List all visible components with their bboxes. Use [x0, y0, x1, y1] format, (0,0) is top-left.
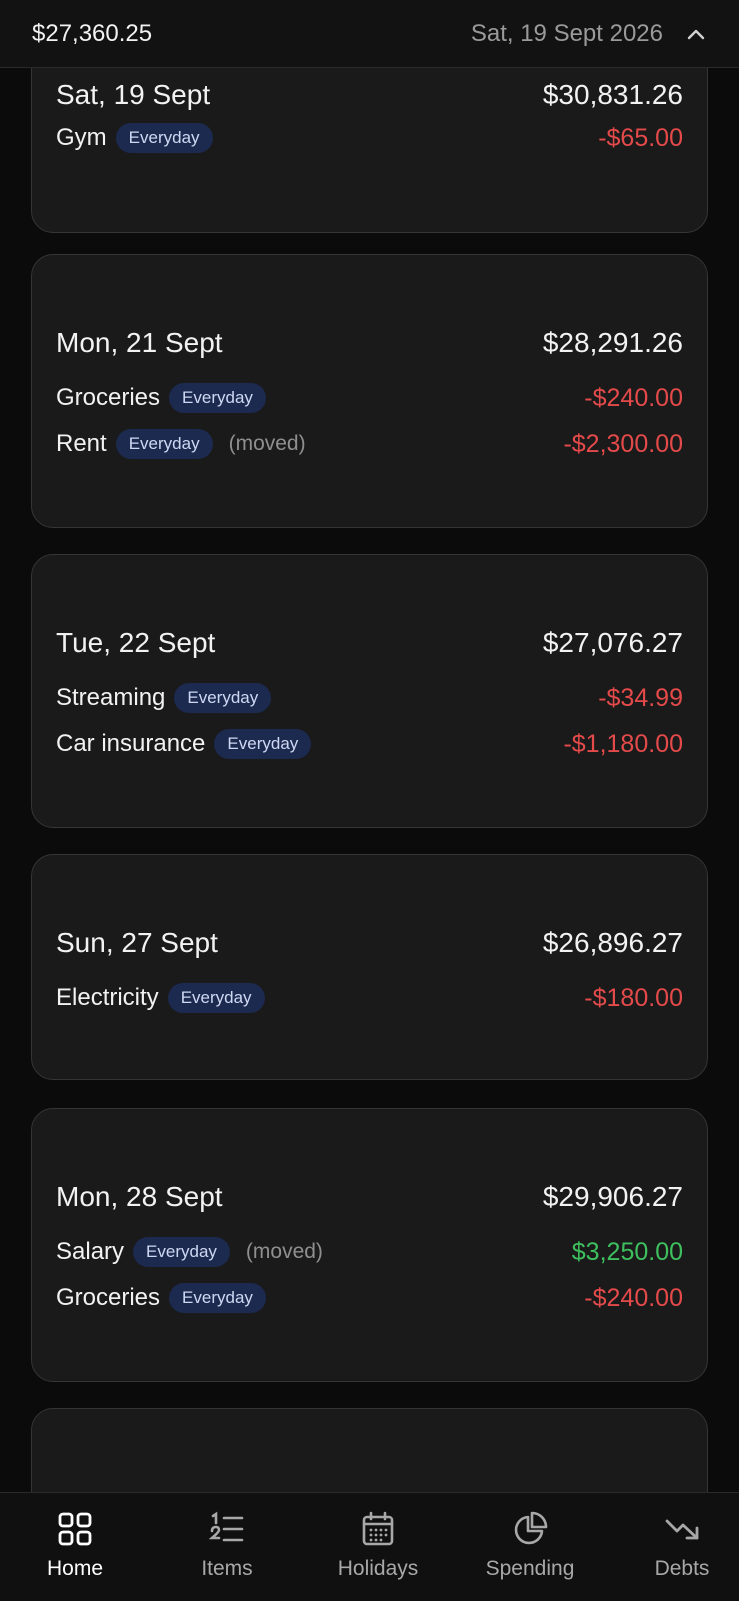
- account-badge: Everyday: [115, 429, 213, 459]
- top-bar: $27,360.25 Sat, 19 Sept 2026: [0, 0, 739, 68]
- account-badge: Everyday: [169, 383, 266, 413]
- day-card[interactable]: Mon, 28 Sept $29,906.27 Salary Everyday …: [31, 1108, 708, 1382]
- day-date: Sat, 19 Sept: [56, 79, 211, 110]
- day-date: Tue, 22 Sept: [56, 627, 216, 658]
- day-header: Sat, 19 Sept $30,831.26: [56, 79, 683, 111]
- day-header: Mon, 21 Sept $28,291.26: [56, 327, 683, 359]
- day-balance: $27,076.27: [542, 627, 683, 658]
- account-badge: Everyday: [115, 123, 213, 153]
- trending-down-icon: [665, 1519, 699, 1540]
- account-badge: Everyday: [167, 983, 265, 1013]
- moved-note: (moved): [228, 432, 306, 455]
- transaction-row[interactable]: Electricity Everyday -$180.00: [56, 979, 683, 1017]
- transaction-row[interactable]: Groceries Everyday -$240.00: [56, 1279, 683, 1317]
- tab-label: Spending: [485, 1557, 575, 1580]
- calendar-icon: [362, 1511, 394, 1546]
- transaction-name: Salary: [56, 1238, 125, 1265]
- tab-label: Items: [201, 1557, 253, 1580]
- transaction-row[interactable]: Gym Everyday -$65.00: [56, 119, 683, 157]
- transaction-row[interactable]: Groceries Everyday -$240.00: [56, 379, 683, 417]
- transaction-name: Gym: [56, 124, 107, 151]
- day-header: Sun, 27 Sept $26,896.27: [56, 927, 683, 959]
- current-balance: $27,360.25: [32, 19, 153, 47]
- day-header: Mon, 28 Sept $29,906.27: [56, 1181, 683, 1213]
- account-badge: Everyday: [214, 729, 312, 759]
- home-grid-icon: [58, 1512, 92, 1546]
- day-card[interactable]: Mon, 21 Sept $28,291.26 Groceries Everyd…: [31, 254, 708, 528]
- transaction-name: Electricity: [56, 984, 159, 1011]
- date-selector[interactable]: Sat, 19 Sept 2026: [471, 20, 707, 48]
- transaction-row[interactable]: Car insurance Everyday -$1,180.00: [56, 725, 683, 763]
- tab-label: Debts: [654, 1557, 710, 1580]
- bottom-tab-bar: Home Items Holidays Spending Debts: [0, 1492, 739, 1601]
- pie-chart-icon: [514, 1511, 548, 1545]
- selected-date[interactable]: Sat, 19 Sept 2026: [471, 20, 663, 48]
- transaction-amount: -$180.00: [584, 983, 683, 1012]
- day-date: Mon, 28 Sept: [56, 1181, 223, 1212]
- account-badge: Everyday: [169, 1283, 266, 1313]
- transaction-name: Rent: [56, 430, 107, 457]
- day-date: Mon, 21 Sept: [56, 327, 223, 358]
- transaction-amount: -$2,300.00: [563, 429, 683, 458]
- tab-holidays[interactable]: Holidays: [303, 1493, 453, 1601]
- account-badge: Everyday: [133, 1237, 230, 1267]
- day-balance: $29,906.27: [542, 1181, 683, 1212]
- transaction-name: Streaming: [56, 684, 166, 711]
- day-card[interactable]: Sun, 27 Sept $26,896.27 Electricity Ever…: [31, 854, 708, 1080]
- day-date: Sun, 27 Sept: [56, 927, 218, 958]
- day-list[interactable]: Sat, 19 Sept $30,831.26 Gym Everyday -$6…: [0, 68, 739, 1492]
- transaction-amount: -$240.00: [584, 383, 683, 412]
- moved-note: (moved): [245, 1240, 323, 1263]
- chevron-up-icon[interactable]: [685, 23, 707, 45]
- transaction-amount: -$1,180.00: [563, 729, 683, 758]
- transaction-row[interactable]: Rent Everyday (moved) -$2,300.00: [56, 425, 683, 463]
- day-card[interactable]: [31, 1408, 708, 1492]
- day-balance: $30,831.26: [542, 79, 683, 110]
- transaction-name: Groceries: [56, 1284, 161, 1311]
- account-badge: Everyday: [174, 683, 272, 713]
- day-balance: $28,291.26: [542, 327, 683, 358]
- tab-spending[interactable]: Spending: [455, 1493, 605, 1601]
- day-header: Tue, 22 Sept $27,076.27: [56, 627, 683, 659]
- transaction-name: Groceries: [56, 384, 161, 411]
- day-card[interactable]: Tue, 22 Sept $27,076.27 Streaming Everyd…: [31, 554, 708, 828]
- tab-label: Holidays: [337, 1557, 419, 1580]
- tab-debts[interactable]: Debts: [607, 1493, 739, 1601]
- numbered-list-icon: [209, 1511, 244, 1542]
- transaction-amount: -$34.99: [598, 683, 683, 712]
- day-balance: $26,896.27: [542, 927, 683, 958]
- transaction-amount: $3,250.00: [571, 1237, 683, 1266]
- transaction-name: Car insurance: [56, 730, 206, 757]
- transaction-row[interactable]: Salary Everyday (moved) $3,250.00: [56, 1233, 683, 1271]
- transaction-amount: -$240.00: [584, 1283, 683, 1312]
- tab-home[interactable]: Home: [0, 1493, 150, 1601]
- tab-items[interactable]: Items: [152, 1493, 302, 1601]
- tab-label: Home: [46, 1557, 104, 1580]
- transaction-row[interactable]: Streaming Everyday -$34.99: [56, 679, 683, 717]
- day-card[interactable]: Sat, 19 Sept $30,831.26 Gym Everyday -$6…: [31, 68, 708, 233]
- transaction-amount: -$65.00: [598, 123, 683, 152]
